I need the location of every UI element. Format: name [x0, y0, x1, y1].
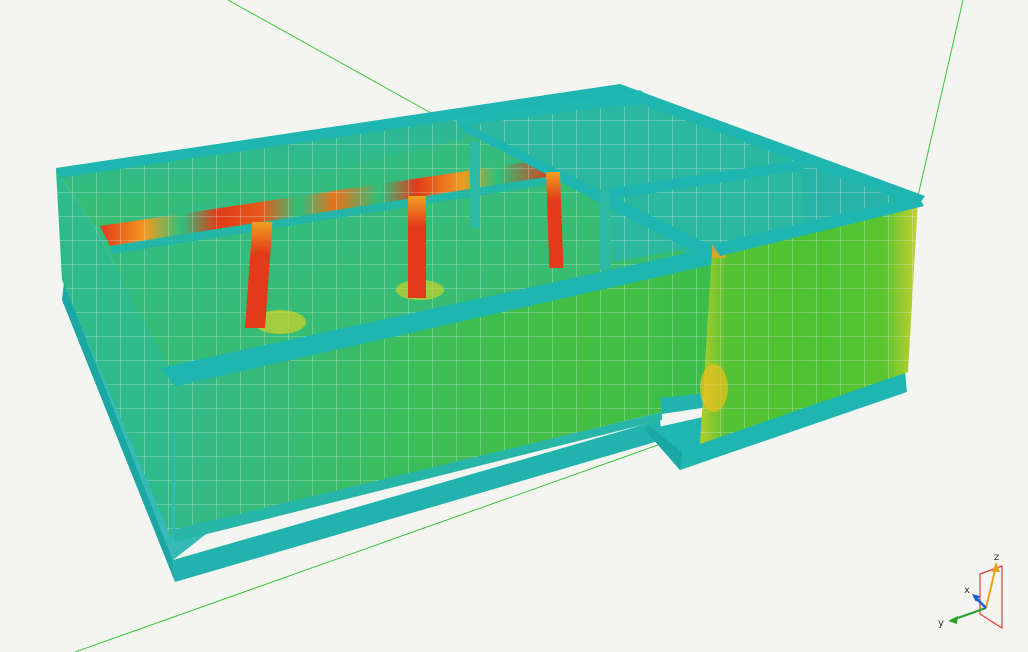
axis-triad[interactable]: z y x: [930, 548, 1010, 638]
view-plane-indicator: [979, 565, 1003, 630]
z-axis-line: [985, 565, 997, 609]
y-axis-label: y: [938, 618, 944, 629]
x-axis-label: x: [964, 585, 970, 596]
fem-model-scene[interactable]: [0, 0, 1028, 652]
z-axis-label: z: [994, 552, 999, 563]
3d-viewport[interactable]: z y x: [0, 0, 1028, 652]
y-axis-arrow: [948, 616, 958, 624]
